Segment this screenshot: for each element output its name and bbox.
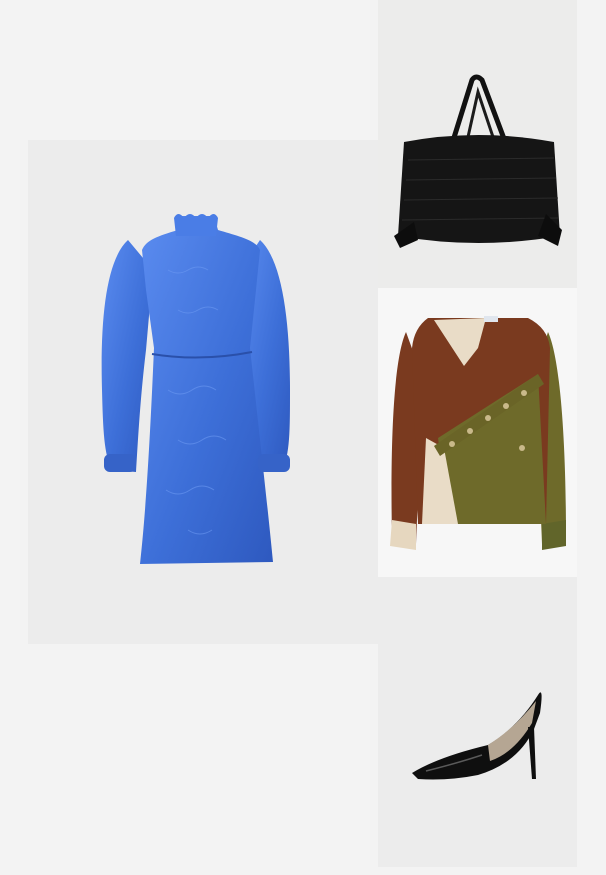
black-tote-bag-icon [394,74,562,248]
black-pump-heel-icon [412,692,542,780]
dress-tile[interactable] [28,140,378,644]
colorblock-sweater-icon [390,316,566,550]
sweater-tile[interactable] [378,288,577,577]
pump-tile[interactable] [378,577,577,867]
empty-space [0,0,378,140]
blue-dress-icon [101,214,290,564]
bag-tile[interactable] [378,0,577,288]
